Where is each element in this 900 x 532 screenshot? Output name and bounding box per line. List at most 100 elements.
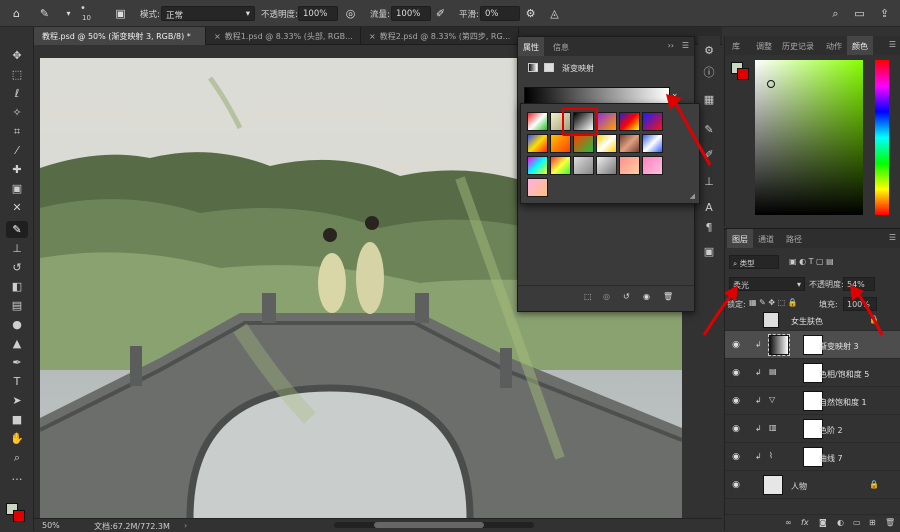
blur-tool-icon[interactable]: ● — [6, 316, 28, 333]
transform-tool-icon[interactable]: ✕ — [6, 199, 28, 216]
tab-color[interactable]: 颜色 — [847, 36, 873, 55]
layer-row[interactable]: ◉ ↲ 渐变映射 3 — [725, 331, 900, 359]
view-previous-icon[interactable]: ◎ — [603, 292, 610, 301]
info-icon[interactable]: ⓘ — [701, 64, 717, 80]
crop-tool-icon[interactable]: ⌗ — [6, 123, 28, 140]
gradient-preset-swatch[interactable] — [527, 156, 548, 175]
background-color-swatch[interactable] — [13, 510, 25, 522]
clone-source-icon[interactable]: ⊥ — [701, 173, 717, 189]
brushes-icon[interactable]: ✐ — [701, 146, 717, 162]
layer-row[interactable]: ◉ ↲ ▥ 色阶 2 — [725, 415, 900, 443]
visibility-eye-icon[interactable]: ◉ — [730, 368, 742, 378]
type-tool-icon[interactable]: T — [6, 373, 28, 390]
link-icon[interactable]: ∞ — [785, 518, 792, 527]
glyphs-icon[interactable]: ▣ — [701, 243, 717, 259]
layer-row[interactable]: ◉ ↲ ▽ 自然饱和度 1 — [725, 387, 900, 415]
path-select-tool-icon[interactable]: ➤ — [6, 392, 28, 409]
layer-row[interactable]: 女生肤色 🔒 — [725, 311, 900, 331]
gradient-preset-swatch[interactable] — [642, 134, 663, 153]
horizontal-scrollbar[interactable] — [334, 522, 534, 528]
visibility-eye-icon[interactable]: ◉ — [730, 480, 742, 490]
gradient-preset-swatch[interactable] — [527, 112, 548, 131]
gradient-preset-swatch[interactable] — [573, 134, 594, 153]
tab-document-1[interactable]: 教程.psd @ 50% (渐变映射 3, RGB/8) * — [34, 27, 206, 45]
resize-grip-icon[interactable]: ◢ — [690, 192, 695, 200]
layer-row[interactable]: ◉ ↲ ▤ 色相/饱和度 5 — [725, 359, 900, 387]
tab-paths[interactable]: 路径 — [781, 229, 807, 248]
gradient-preset-swatch[interactable] — [573, 156, 594, 175]
more-tools-icon[interactable]: … — [6, 468, 28, 485]
reset-icon[interactable]: ↺ — [623, 292, 630, 301]
visibility-eye-icon[interactable]: ◉ — [730, 424, 742, 434]
tab-history[interactable]: 历史记录 — [777, 36, 819, 55]
filter-icons[interactable]: ▣ ◐ T ▢ ▤ — [789, 257, 834, 266]
new-layer-icon[interactable]: ⊞ — [869, 518, 876, 527]
color-picker-cursor[interactable] — [767, 80, 775, 88]
home-icon[interactable]: ⌂ — [8, 5, 25, 22]
smoothing-settings-icon[interactable]: ⚙ — [522, 5, 539, 22]
gradient-preset-swatch[interactable] — [596, 134, 617, 153]
tab-libraries[interactable]: 库 — [727, 36, 745, 55]
zoom-level[interactable]: 50% — [42, 521, 60, 530]
pressure-opacity-icon[interactable]: ◎ — [342, 5, 359, 22]
add-mask-icon[interactable]: ◙ — [819, 518, 827, 527]
fx-icon[interactable]: fx — [801, 518, 809, 527]
eraser-tool-icon[interactable]: ◧ — [6, 278, 28, 295]
collapse-icon[interactable]: ›› — [668, 41, 674, 50]
gradient-preset-swatch[interactable] — [527, 134, 548, 153]
hand-tool-icon[interactable]: ✋ — [6, 430, 28, 447]
brush-settings-icon[interactable]: ▣ — [112, 5, 129, 22]
gradient-preset-swatch[interactable] — [596, 156, 617, 175]
brush-settings-icon[interactable]: ✎ — [701, 121, 717, 137]
gradient-preset-swatch[interactable] — [527, 178, 548, 197]
gradient-preset-swatch[interactable] — [550, 156, 571, 175]
angle-icon[interactable]: ◬ — [546, 5, 563, 22]
panel-menu-icon[interactable]: ☰ — [889, 233, 896, 242]
chevron-down-icon[interactable]: ▾ — [60, 5, 77, 22]
color-background-swatch[interactable] — [737, 68, 749, 80]
clone-stamp-tool-icon[interactable]: ⊥ — [6, 240, 28, 257]
delete-layer-icon[interactable]: 🗑 — [885, 518, 895, 527]
clip-icon[interactable]: ⬚ — [584, 292, 592, 301]
blend-mode-select[interactable]: 柔光 ▾ — [729, 277, 805, 291]
brush-preset-icon[interactable]: ✎ — [36, 5, 53, 22]
visibility-eye-icon[interactable]: ◉ — [730, 452, 742, 462]
smoothing-field[interactable]: 0% — [480, 6, 520, 21]
airbrush-icon[interactable]: ✐ — [432, 5, 449, 22]
history-brush-tool-icon[interactable]: ↺ — [6, 259, 28, 276]
lasso-tool-icon[interactable]: ℓ — [6, 85, 28, 102]
panel-menu-icon[interactable]: ☰ — [682, 41, 689, 50]
gradient-preset-swatch[interactable] — [573, 112, 594, 131]
tab-document-3[interactable]: × 教程2.psd @ 8.33% (第四步, RG... — [361, 27, 519, 45]
visibility-eye-icon[interactable]: ◉ — [730, 340, 742, 350]
flow-field[interactable]: 100% — [391, 6, 431, 21]
tab-channels[interactable]: 通道 — [753, 229, 779, 248]
opacity-field[interactable]: 100% — [298, 6, 338, 21]
gradient-preset-swatch[interactable] — [619, 112, 640, 131]
gradient-preset-swatch[interactable] — [596, 112, 617, 131]
tab-document-2[interactable]: × 教程1.psd @ 8.33% (头部, RGB... — [206, 27, 361, 45]
marquee-tool-icon[interactable]: ⬚ — [6, 66, 28, 83]
layer-fill-field[interactable]: 100% — [843, 297, 877, 311]
gradient-preset-swatch[interactable] — [642, 156, 663, 175]
adjustment-layer-icon[interactable]: ◐ — [837, 518, 844, 527]
gradient-preset-swatch[interactable] — [619, 156, 640, 175]
gradient-tool-icon[interactable]: ▤ — [6, 297, 28, 314]
gradient-picker-chevron-icon[interactable]: ⌄ — [671, 89, 679, 99]
quick-select-tool-icon[interactable]: ✧ — [6, 104, 28, 121]
lock-icons[interactable]: ▦ ✎ ✥ ⬚ 🔒 — [749, 298, 798, 307]
gradient-preset-swatch[interactable] — [550, 112, 571, 131]
workspace-icon[interactable]: ▭ — [851, 5, 868, 22]
tab-actions[interactable]: 动作 — [821, 36, 847, 55]
shape-tool-icon[interactable]: ■ — [6, 411, 28, 428]
search-icon[interactable]: ⌕ — [827, 5, 844, 22]
color-field[interactable] — [755, 60, 863, 215]
tab-info[interactable]: 信息 — [548, 37, 574, 56]
grid-icon[interactable]: ▦ — [701, 91, 717, 107]
layer-opacity-field[interactable]: 54% — [843, 277, 875, 291]
character-icon[interactable]: A — [701, 199, 717, 215]
layer-row[interactable]: ◉ 人物 🔒 — [725, 471, 900, 499]
brush-tool-icon[interactable]: ✎ — [6, 221, 28, 238]
zoom-tool-icon[interactable]: ⌕ — [6, 449, 28, 466]
pen-tool-icon[interactable]: ✒ — [6, 354, 28, 371]
